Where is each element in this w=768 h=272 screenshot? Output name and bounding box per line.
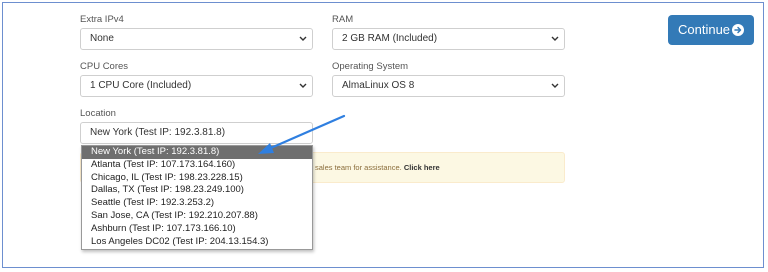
ram-label: RAM <box>332 14 354 25</box>
operating-system-label: Operating System <box>332 61 409 72</box>
arrow-circle-right-icon <box>732 24 744 36</box>
ram-value: 2 GB RAM (Included) <box>342 33 438 44</box>
cpu-cores-select[interactable]: 1 CPU Core (Included) <box>80 75 313 97</box>
click-here-link[interactable]: Click here <box>404 163 440 172</box>
location-option[interactable]: Ashburn (Test IP: 107.173.166.10) <box>82 223 312 236</box>
chevron-down-icon <box>299 83 307 88</box>
chevron-down-icon <box>551 83 559 88</box>
operating-system-select[interactable]: AlmaLinux OS 8 <box>332 75 565 97</box>
continue-label: Continue <box>678 22 731 37</box>
location-value: New York (Test IP: 192.3.81.8) <box>90 127 226 138</box>
ram-select[interactable]: 2 GB RAM (Included) <box>332 28 565 50</box>
chevron-down-icon <box>551 36 559 41</box>
chevron-down-icon <box>299 36 307 41</box>
location-option[interactable]: Seattle (Test IP: 192.3.253.2) <box>82 197 312 210</box>
location-option[interactable]: San Jose, CA (Test IP: 192.210.207.88) <box>82 210 312 223</box>
location-option[interactable]: Los Angeles DC02 (Test IP: 204.13.154.3) <box>82 236 312 249</box>
location-label: Location <box>80 108 116 119</box>
cpu-cores-value: 1 CPU Core (Included) <box>90 80 192 91</box>
extra-ipv4-label: Extra IPv4 <box>80 14 124 25</box>
cpu-cores-label: CPU Cores <box>80 61 129 72</box>
extra-ipv4-value: None <box>90 33 114 44</box>
location-dropdown-list[interactable]: New York (Test IP: 192.3.81.8) Atlanta (… <box>81 145 313 250</box>
annotation-arrow-icon <box>258 114 346 154</box>
location-option[interactable]: Atlanta (Test IP: 107.173.164.160) <box>82 159 312 172</box>
continue-button[interactable]: Continue <box>668 15 754 45</box>
alert-text: sales team for assistance. <box>315 163 402 172</box>
operating-system-value: AlmaLinux OS 8 <box>342 80 415 91</box>
extra-ipv4-select[interactable]: None <box>80 28 313 50</box>
location-option[interactable]: Dallas, TX (Test IP: 198.23.249.100) <box>82 184 312 197</box>
location-option[interactable]: Chicago, IL (Test IP: 198.23.228.15) <box>82 172 312 185</box>
